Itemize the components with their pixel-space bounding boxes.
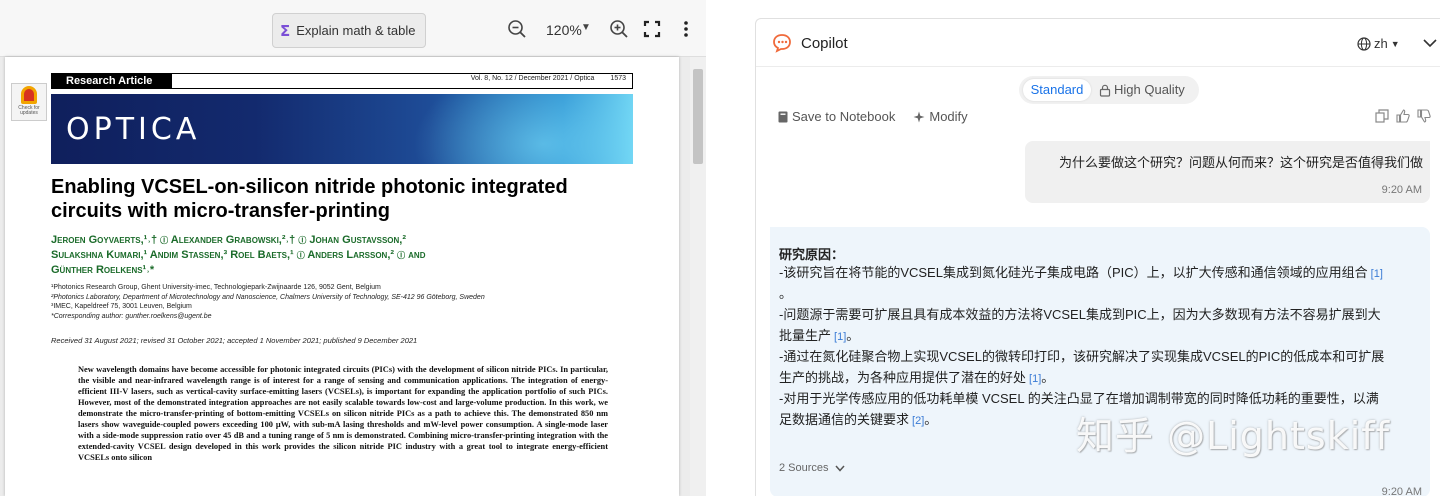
zoom-level[interactable]: 120% [546,22,582,38]
mode-high-quality-tab[interactable]: High Quality [1099,79,1185,101]
answer-text: -该研究旨在将节能的VCSEL集成到氮化硅光子集成电路（PIC）上，以扩大传感和… [779,265,1368,280]
pdf-toolbar: Σ Explain math & table 120% ▼ [0,0,706,57]
answer-line: -问题源于需要可扩展且具有成本效益的方法将VCSEL集成到PIC上，因为大多数现… [779,304,1419,325]
affiliation: ³IMEC, Kapeldreef 75, 3001 Leuven, Belgi… [51,303,192,310]
lock-icon [1099,84,1111,97]
zoom-out-icon[interactable] [507,19,527,39]
optica-logo: OPTICA [66,112,201,147]
chevron-down-icon[interactable] [1423,37,1437,49]
answer-line: -通过在氮化硅聚合物上实现VCSEL的微转印打印，该研究解决了实现集成VCSEL… [779,346,1419,367]
fullscreen-icon[interactable] [642,19,662,39]
answer-text: 。 [779,286,793,301]
answer-line: -该研究旨在将节能的VCSEL集成到氮化硅光子集成电路（PIC）上，以扩大传感和… [779,262,1419,285]
modify-button[interactable]: Modify [913,109,968,124]
high-quality-label: High Quality [1114,82,1185,97]
zoom-in-icon[interactable] [609,19,629,39]
watermark: 知乎 @Lightskiff [1076,414,1391,458]
user-message: 为什么要做这个研究？问题从何而来？这个研究是否值得我们做 9:20 AM [1025,141,1430,203]
received-dates: Received 31 August 2021; revised 31 Octo… [51,336,418,345]
globe-icon [1357,36,1371,51]
answer-line: 批量生产 [1]。 [779,325,1419,348]
explain-math-table-button[interactable]: Σ Explain math & table [272,13,426,48]
answer-text: 生产的挑战，为各种应用提供了潜在的好处 [779,370,1027,385]
copilot-title: Copilot [801,35,848,52]
pdf-scrollbar[interactable] [690,57,706,496]
thumbs-down-icon[interactable] [1417,109,1431,123]
message-actions: Save to Notebook Modify [778,109,968,124]
mode-standard-tab[interactable]: Standard [1023,79,1091,101]
answer-text: 批量生产 [779,328,832,343]
answer-heading: 研究原因： [779,247,845,262]
bookmark-icon [21,86,37,104]
language-label: zh [1374,36,1388,51]
mode-switch: Standard High Quality [1019,76,1199,104]
copilot-chat-icon [773,34,791,53]
citation-link[interactable]: [1] [1029,373,1041,385]
article-type: Research Article [52,74,172,88]
journal-ref-text: Vol. 8, No. 12 / December 2021 / Optica [470,75,595,82]
affiliation: ²Photonics Laboratory, Department of Mic… [51,293,485,301]
author-line: Jeroen Goyvaerts,¹˒† ⓘ Alexander Grabows… [51,234,407,246]
modify-label: Modify [929,109,968,124]
sources-label: 2 Sources [779,462,829,474]
article-header-bar: Research Article Vol. 8, No. 12 / Decemb… [51,73,633,89]
answer-text: -问题源于需要可扩展且具有成本效益的方法将VCSEL集成到PIC上，因为大多数现… [779,307,1381,322]
affiliations: ¹Photonics Research Group, Ghent Univers… [51,283,651,321]
answer-line: 生产的挑战，为各种应用提供了潜在的好处 [1]。 [779,367,1419,390]
answer-suffix: 。 [924,412,938,427]
answer-text: -对用于光学传感应用的低功耗单模 VCSEL 的关注凸显了在增加调制带宽的同时降… [779,391,1379,406]
answer-suffix: 。 [1041,370,1055,385]
chevron-down-icon: ▼ [1390,38,1400,49]
sigma-icon: Σ [280,21,291,40]
explain-label: Explain math & table [296,23,416,38]
language-selector[interactable]: zh ▼ [1357,36,1400,51]
affiliation: ¹Photonics Research Group, Ghent Univers… [51,284,381,291]
check-for-updates-badge[interactable]: Check for updates [11,83,47,121]
affiliation: *Corresponding author: gunther.roelkens@… [51,312,212,320]
paper-title: Enabling VCSEL-on-silicon nitride photon… [51,176,568,222]
thumbs-up-icon[interactable] [1396,109,1410,123]
sparkle-pen-icon [913,111,925,122]
sources-toggle[interactable]: 2 Sources [779,462,845,474]
citation-link[interactable]: [1] [1371,268,1383,280]
save-to-notebook-button[interactable]: Save to Notebook [778,109,895,124]
scrollbar-thumb[interactable] [693,69,703,164]
abstract: New wavelength domains have become acces… [78,365,608,462]
copilot-header: Copilot zh ▼ [756,19,1440,67]
answer-text: 足数据通信的关键要求 [779,412,910,427]
answer-line: 。 [779,283,1419,304]
pdf-page: Check for updates Research Article Vol. … [5,57,679,496]
citation-link[interactable]: [2] [912,415,924,427]
journal-banner: OPTICA [51,94,633,164]
message-timestamp: 9:20 AM [1381,184,1422,196]
answer-text: -通过在氮化硅聚合物上实现VCSEL的微转印打印，该研究解决了实现集成VCSEL… [779,349,1385,364]
check-badge-label: Check for updates [18,105,40,116]
save-label: Save to Notebook [792,109,896,124]
author-line: Sulakshna Kumari,¹ Andim Stassen,³ Roel … [51,249,426,261]
journal-reference: Vol. 8, No. 12 / December 2021 / Optica 1… [471,75,626,82]
app-window: Σ Explain math & table 120% ▼ Check for … [0,0,1440,496]
notebook-icon [778,111,788,122]
more-vertical-icon[interactable] [676,19,696,39]
citation-link[interactable]: [1] [834,331,846,343]
user-message-text: 为什么要做这个研究？问题从何而来？这个研究是否值得我们做 [1058,155,1423,170]
pdf-viewer: Σ Explain math & table 120% ▼ Check for … [0,0,706,496]
feedback-icons [1375,109,1431,123]
chevron-down-icon [834,465,845,472]
author-list: Jeroen Goyvaerts,¹˒† ⓘ Alexander Grabows… [51,233,611,278]
answer-suffix: 。 [846,328,860,343]
page-number: 1573 [610,75,626,82]
chevron-down-icon[interactable]: ▼ [581,22,591,33]
copy-icon[interactable] [1375,109,1389,123]
author-line: Günther Roelkens¹˒* [51,264,155,276]
message-timestamp: 9:20 AM [1381,486,1422,496]
